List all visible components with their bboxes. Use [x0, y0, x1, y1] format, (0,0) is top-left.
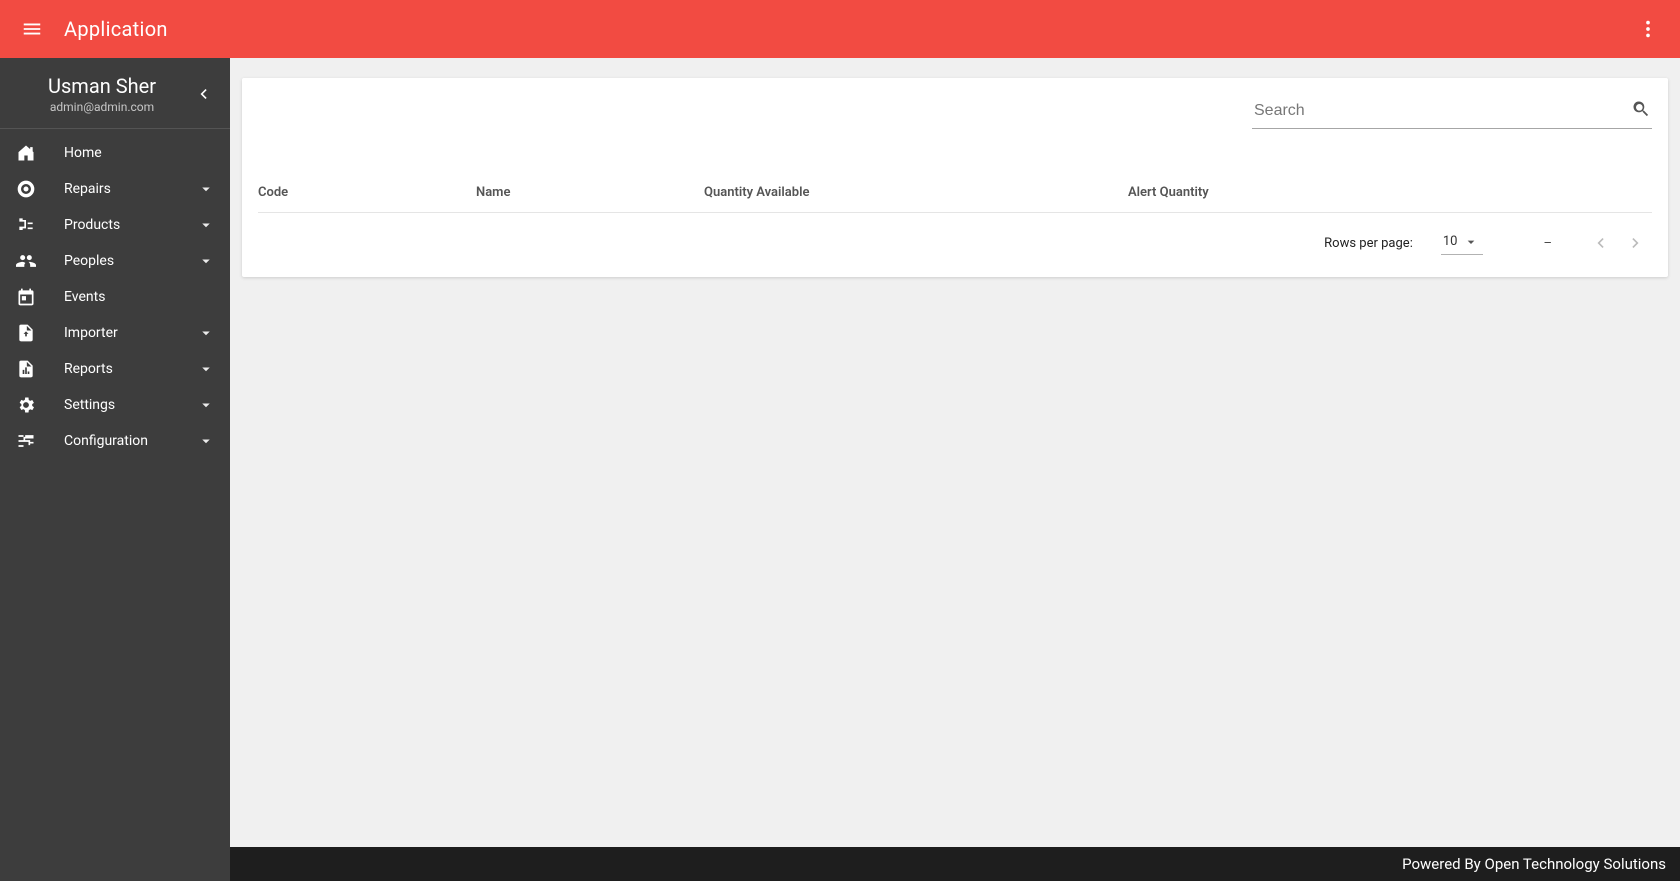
footer: Powered By Open Technology Solutions — [230, 847, 1680, 881]
sidebar-item-label: Peoples — [64, 253, 196, 269]
chevron-down-icon — [196, 431, 216, 451]
sidebar-item-label: Settings — [64, 397, 196, 413]
pagination-range: – — [1543, 236, 1552, 251]
sidebar-item-importer[interactable]: Importer — [0, 315, 230, 351]
file-upload-icon — [14, 321, 38, 345]
sidebar-item-configuration[interactable]: Configuration — [0, 423, 230, 459]
more-vert-icon — [1637, 18, 1659, 40]
sidebar-item-label: Importer — [64, 325, 196, 341]
gear-icon — [14, 393, 38, 417]
main-content: Code Name Quantity Available Alert Quant… — [230, 58, 1680, 881]
sidebar: Usman Sher admin@admin.com Home Repairs — [0, 58, 230, 881]
sidebar-item-settings[interactable]: Settings — [0, 387, 230, 423]
sidebar-item-events[interactable]: Events — [0, 279, 230, 315]
column-header-code[interactable]: Code — [258, 185, 476, 200]
menu-toggle-button[interactable] — [14, 11, 50, 47]
prev-page-button[interactable] — [1584, 227, 1616, 259]
home-icon — [14, 141, 38, 165]
next-page-button[interactable] — [1620, 227, 1652, 259]
chevron-down-icon — [196, 323, 216, 343]
more-button[interactable] — [1630, 11, 1666, 47]
rows-per-page-value: 10 — [1443, 234, 1458, 249]
app-title: Application — [64, 17, 168, 41]
lifebuoy-icon — [14, 177, 38, 201]
hamburger-icon — [21, 18, 43, 40]
sidebar-item-label: Products — [64, 217, 196, 233]
table-pagination: Rows per page: 10 – — [242, 213, 1668, 273]
sidebar-item-peoples[interactable]: Peoples — [0, 243, 230, 279]
appbar: Application — [0, 0, 1680, 58]
people-icon — [14, 249, 38, 273]
chevron-right-icon — [1626, 233, 1646, 253]
chevron-down-icon — [196, 179, 216, 199]
sidebar-item-reports[interactable]: Reports — [0, 351, 230, 387]
sidebar-menu: Home Repairs Products — [0, 129, 230, 459]
tree-icon — [14, 213, 38, 237]
sidebar-item-label: Events — [64, 289, 216, 305]
chevron-left-icon — [1590, 233, 1610, 253]
footer-text: Powered By Open Technology Solutions — [1402, 855, 1666, 873]
calendar-icon — [14, 285, 38, 309]
column-header-name[interactable]: Name — [476, 185, 704, 200]
search-input[interactable] — [1252, 96, 1652, 128]
sidebar-item-label: Configuration — [64, 433, 196, 449]
search-icon[interactable] — [1630, 98, 1652, 120]
sidebar-item-label: Reports — [64, 361, 196, 377]
sidebar-item-label: Repairs — [64, 181, 196, 197]
rows-per-page-select[interactable]: 10 — [1441, 232, 1484, 255]
sidebar-item-home[interactable]: Home — [0, 135, 230, 171]
data-table: Code Name Quantity Available Alert Quant… — [258, 185, 1652, 213]
search-field — [1252, 96, 1652, 129]
sidebar-item-products[interactable]: Products — [0, 207, 230, 243]
rows-per-page-label: Rows per page: — [1324, 236, 1413, 251]
data-card: Code Name Quantity Available Alert Quant… — [242, 78, 1668, 277]
report-icon — [14, 357, 38, 381]
column-header-alert[interactable]: Alert Quantity — [1128, 185, 1652, 200]
dropdown-icon — [1463, 234, 1479, 250]
chevron-down-icon — [196, 395, 216, 415]
chevron-down-icon — [196, 359, 216, 379]
sidebar-item-label: Home — [64, 145, 216, 161]
table-header-row: Code Name Quantity Available Alert Quant… — [258, 185, 1652, 213]
column-header-qty[interactable]: Quantity Available — [704, 185, 1128, 200]
chevron-down-icon — [196, 215, 216, 235]
sidebar-user: Usman Sher admin@admin.com — [0, 58, 230, 129]
sidebar-collapse-button[interactable] — [190, 81, 216, 107]
sidebar-item-repairs[interactable]: Repairs — [0, 171, 230, 207]
tune-icon — [14, 429, 38, 453]
user-name: Usman Sher — [14, 74, 190, 98]
user-email: admin@admin.com — [14, 100, 190, 114]
chevron-down-icon — [196, 251, 216, 271]
chevron-left-icon — [193, 84, 213, 104]
